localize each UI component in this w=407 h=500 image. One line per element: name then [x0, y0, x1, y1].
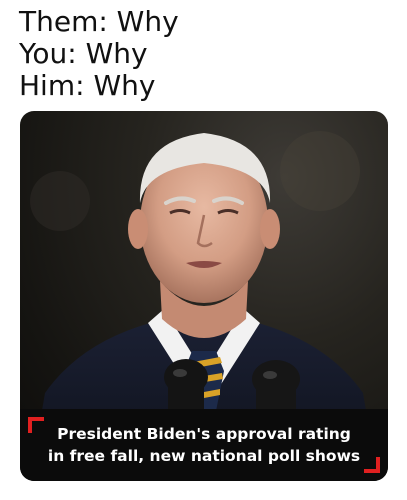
headline-line-2: in free fall, new national poll shows: [47, 447, 361, 465]
bokeh-light: [280, 131, 360, 211]
caption-line-you: You: Why: [19, 37, 148, 70]
meme-caption: Them: Why You: Why Him: Why: [19, 6, 399, 102]
news-headline: President Biden's approval rating in fre…: [38, 423, 370, 467]
caption-line-them: Them: Why: [19, 5, 179, 38]
caption-line-him: Him: Why: [19, 69, 156, 102]
corner-bracket-bottom-right: [364, 457, 380, 473]
news-headline-banner: President Biden's approval rating in fre…: [20, 409, 388, 481]
right-ear: [260, 209, 280, 249]
headline-line-1: President Biden's approval rating: [57, 425, 351, 443]
bokeh-light: [30, 171, 90, 231]
news-photo-card: President Biden's approval rating in fre…: [20, 111, 388, 481]
left-ear: [128, 209, 148, 249]
